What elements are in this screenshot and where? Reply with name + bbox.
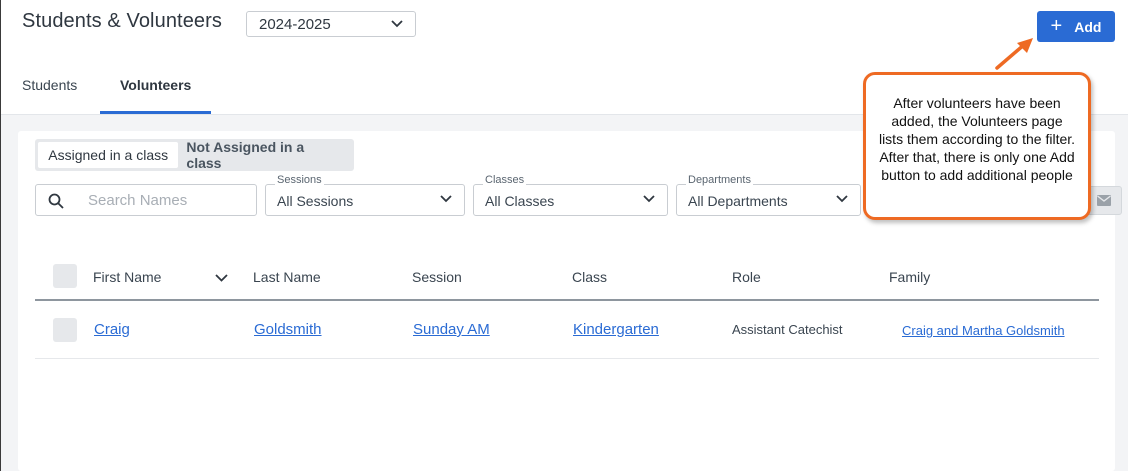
cell-class-link[interactable]: Kindergarten bbox=[573, 321, 659, 338]
annotation-callout: After volunteers have been added, the Vo… bbox=[863, 72, 1091, 220]
year-select-value: 2024-2025 bbox=[259, 15, 331, 33]
column-role[interactable]: Role bbox=[732, 269, 761, 285]
plus-icon: + bbox=[1050, 14, 1063, 37]
sessions-select[interactable]: All Sessions bbox=[265, 184, 465, 216]
departments-select[interactable]: All Departments bbox=[676, 184, 861, 216]
search-icon bbox=[48, 193, 64, 209]
chevron-down-icon bbox=[391, 20, 403, 28]
cell-family-link[interactable]: Craig and Martha Goldsmith bbox=[902, 323, 1065, 338]
callout-arrow-icon bbox=[995, 38, 1033, 70]
departments-value: All Departments bbox=[688, 193, 788, 209]
callout-text: After volunteers have been added, the Vo… bbox=[878, 95, 1076, 183]
cell-last-name-link[interactable]: Goldsmith bbox=[254, 321, 322, 338]
cell-role: Assistant Catechist bbox=[732, 322, 843, 337]
departments-label: Departments bbox=[686, 174, 753, 186]
column-class[interactable]: Class bbox=[572, 269, 607, 285]
column-first-name[interactable]: First Name bbox=[93, 269, 161, 285]
cell-session-link[interactable]: Sunday AM bbox=[413, 321, 490, 338]
column-family[interactable]: Family bbox=[889, 269, 930, 285]
page-title: Students & Volunteers bbox=[22, 10, 223, 32]
select-all-checkbox[interactable] bbox=[53, 264, 77, 288]
mail-icon bbox=[1097, 195, 1111, 206]
cell-first-name-link[interactable]: Craig bbox=[94, 321, 130, 338]
add-button-label: Add bbox=[1074, 18, 1102, 35]
column-last-name[interactable]: Last Name bbox=[253, 269, 321, 285]
segment-assigned[interactable]: Assigned in a class bbox=[38, 142, 179, 168]
tab-students[interactable]: Students bbox=[22, 77, 77, 93]
tab-volunteers[interactable]: Volunteers bbox=[120, 77, 191, 93]
classes-select[interactable]: All Classes bbox=[473, 184, 668, 216]
email-button[interactable] bbox=[1086, 186, 1122, 215]
sessions-label: Sessions bbox=[275, 174, 324, 186]
segment-not-assigned[interactable]: Not Assigned in a class bbox=[178, 139, 351, 171]
assignment-segment: Assigned in a class Not Assigned in a cl… bbox=[35, 139, 354, 171]
sessions-value: All Sessions bbox=[277, 193, 354, 209]
chevron-down-icon bbox=[836, 195, 848, 203]
classes-value: All Classes bbox=[485, 193, 555, 209]
sort-chevron-icon[interactable] bbox=[215, 274, 228, 282]
row-divider bbox=[35, 358, 1099, 359]
column-session[interactable]: Session bbox=[412, 269, 462, 285]
classes-label: Classes bbox=[483, 174, 527, 186]
table-header-divider bbox=[35, 299, 1099, 301]
add-button[interactable]: + Add bbox=[1037, 11, 1115, 42]
chevron-down-icon bbox=[440, 195, 452, 203]
row-checkbox[interactable] bbox=[53, 318, 77, 342]
search-input[interactable]: Search Names bbox=[35, 184, 257, 216]
chevron-down-icon bbox=[643, 195, 655, 203]
search-placeholder: Search Names bbox=[88, 192, 188, 209]
year-select[interactable]: 2024-2025 bbox=[246, 11, 416, 37]
